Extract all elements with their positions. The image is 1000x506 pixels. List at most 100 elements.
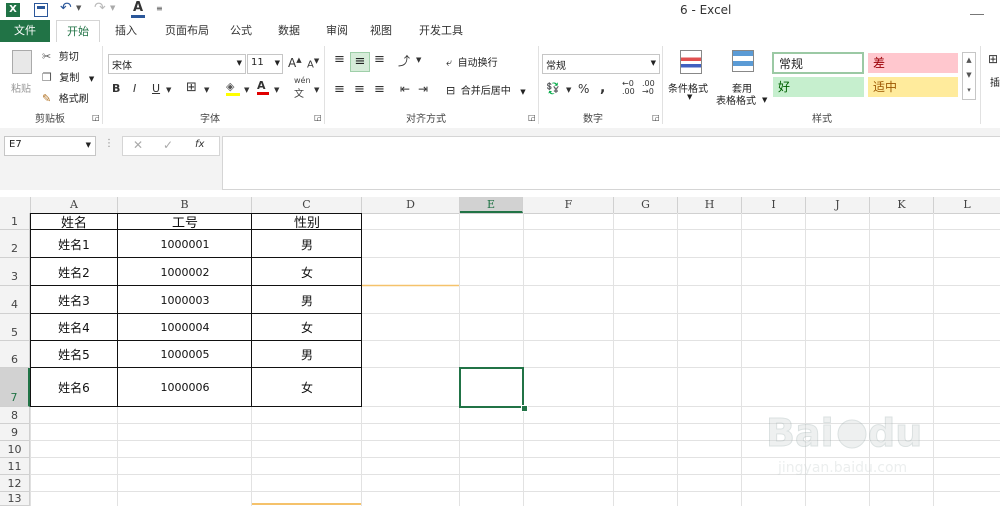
cell-id[interactable]: 1000002: [118, 258, 252, 286]
cell-gender[interactable]: 女: [252, 258, 362, 286]
paste-button[interactable]: 粘贴: [6, 48, 38, 98]
name-box[interactable]: E7 ▼: [4, 136, 96, 156]
row-header-5[interactable]: 5: [0, 314, 30, 341]
wrap-text-button[interactable]: ⤶ 自动换行: [446, 54, 498, 70]
decrease-decimal-icon[interactable]: .00 →0: [642, 80, 655, 96]
increase-font-icon[interactable]: A▲: [288, 56, 302, 70]
align-middle-icon[interactable]: ≡: [350, 52, 370, 72]
column-header-h[interactable]: H: [678, 197, 742, 213]
insert-function-icon[interactable]: fx: [195, 139, 204, 150]
cell-id[interactable]: 1000005: [118, 341, 252, 368]
font-size-select[interactable]: 11 ▼: [247, 54, 283, 74]
font-name-select[interactable]: 宋体 ▼: [108, 54, 246, 74]
align-bottom-icon[interactable]: ≡: [374, 52, 385, 67]
number-launcher-icon[interactable]: ◲: [652, 113, 660, 122]
tab-data[interactable]: 数据: [270, 20, 308, 42]
cell-name[interactable]: 姓名1: [30, 230, 118, 258]
cell-name[interactable]: 姓名2: [30, 258, 118, 286]
styles-scroll[interactable]: ▲ ▼ ▾: [962, 52, 976, 100]
orientation-dropdown-icon[interactable]: ▼: [416, 56, 421, 64]
row-header-7[interactable]: 7: [0, 368, 30, 407]
enter-icon[interactable]: ✓: [163, 138, 173, 152]
comma-button[interactable]: ,: [600, 80, 605, 96]
undo-icon[interactable]: ↶: [60, 0, 72, 16]
percent-button[interactable]: %: [578, 82, 589, 96]
column-header-i[interactable]: I: [742, 197, 806, 213]
merge-center-button[interactable]: ⊟ 合并后居中 ▼: [446, 82, 526, 97]
tab-view[interactable]: 视图: [362, 20, 400, 42]
format-as-table-button[interactable]: 套用 表格格式 ▼: [714, 48, 770, 108]
undo-dropdown-icon[interactable]: ▼: [76, 4, 81, 12]
tab-file[interactable]: 文件: [0, 20, 50, 42]
tab-developer[interactable]: 开发工具: [410, 20, 472, 42]
column-header-k[interactable]: K: [870, 197, 934, 213]
italic-button[interactable]: I: [133, 82, 136, 95]
cell-name[interactable]: 姓名3: [30, 286, 118, 314]
copy-button[interactable]: ❐ 复制 ▼: [42, 69, 94, 84]
cell-name[interactable]: 姓名5: [30, 341, 118, 368]
cancel-icon[interactable]: ✕: [133, 138, 143, 152]
column-header-f[interactable]: F: [524, 197, 614, 213]
align-left-icon[interactable]: ≡: [334, 82, 345, 97]
insert-cells-label[interactable]: 插: [990, 74, 1000, 89]
align-center-icon[interactable]: ≡: [354, 82, 365, 97]
column-header-a[interactable]: A: [31, 197, 118, 213]
fill-dropdown-icon[interactable]: ▼: [244, 86, 249, 94]
cell-id[interactable]: 1000006: [118, 368, 252, 407]
style-bad[interactable]: 差: [868, 53, 958, 73]
style-neutral[interactable]: 适中: [868, 77, 958, 97]
increase-decimal-icon[interactable]: ←0.00: [622, 80, 635, 96]
fill-handle[interactable]: [521, 405, 528, 412]
fill-color-icon[interactable]: ◈: [226, 80, 242, 96]
formula-input[interactable]: [222, 136, 1000, 190]
increase-indent-icon[interactable]: ⇥: [418, 82, 428, 96]
header-gender[interactable]: 性别: [252, 213, 362, 231]
decrease-font-icon[interactable]: A▼: [307, 57, 319, 70]
border-icon[interactable]: ⊞: [186, 80, 197, 95]
row-header-11[interactable]: 11: [0, 458, 30, 475]
style-good[interactable]: 好: [773, 77, 864, 97]
row-header-6[interactable]: 6: [0, 341, 30, 368]
selected-cell[interactable]: [459, 367, 524, 408]
row-header-3[interactable]: 3: [0, 258, 30, 286]
text-color-icon[interactable]: A: [257, 79, 271, 95]
font-color-icon[interactable]: A: [131, 0, 145, 18]
underline-button[interactable]: U: [152, 82, 160, 95]
header-id[interactable]: 工号: [118, 213, 252, 231]
header-name[interactable]: 姓名: [30, 213, 118, 231]
number-format-select[interactable]: 常规 ▼: [542, 54, 660, 74]
row-header-8[interactable]: 8: [0, 407, 30, 424]
cell-id[interactable]: 1000001: [118, 230, 252, 258]
tab-formulas[interactable]: 公式: [222, 20, 260, 42]
clipboard-launcher-icon[interactable]: ◲: [92, 113, 100, 122]
cell-gender[interactable]: 男: [252, 230, 362, 258]
column-header-j[interactable]: J: [806, 197, 870, 213]
text-color-dropdown-icon[interactable]: ▼: [274, 86, 279, 94]
row-header-1[interactable]: 1: [0, 213, 30, 230]
ribbon-display-icon[interactable]: [970, 14, 984, 15]
font-launcher-icon[interactable]: ◲: [314, 113, 322, 122]
column-header-b[interactable]: B: [118, 197, 252, 213]
tab-insert[interactable]: 插入: [106, 20, 146, 42]
row-header-4[interactable]: 4: [0, 286, 30, 314]
border-dropdown-icon[interactable]: ▼: [204, 86, 209, 94]
tab-review[interactable]: 审阅: [318, 20, 356, 42]
phonetic-icon[interactable]: wén 文: [294, 76, 311, 100]
cell-id[interactable]: 1000004: [118, 314, 252, 341]
save-icon[interactable]: [34, 3, 48, 17]
row-header-12[interactable]: 12: [0, 475, 30, 492]
cut-button[interactable]: ✂ 剪切: [42, 48, 79, 63]
underline-dropdown-icon[interactable]: ▼: [166, 86, 171, 94]
column-header-l[interactable]: L: [934, 197, 1000, 213]
insert-cells-icon[interactable]: ⊞: [988, 52, 998, 66]
column-header-c[interactable]: C: [252, 197, 362, 213]
align-right-icon[interactable]: ≡: [374, 82, 385, 97]
style-normal[interactable]: 常规: [772, 52, 864, 74]
bold-button[interactable]: B: [112, 82, 120, 95]
redo-icon[interactable]: ↷: [94, 0, 106, 16]
cell-name[interactable]: 姓名4: [30, 314, 118, 341]
cell-gender[interactable]: 女: [252, 314, 362, 341]
column-header-e[interactable]: E: [460, 197, 523, 213]
currency-icon[interactable]: 💱: [546, 82, 560, 95]
column-header-d[interactable]: D: [362, 197, 460, 213]
